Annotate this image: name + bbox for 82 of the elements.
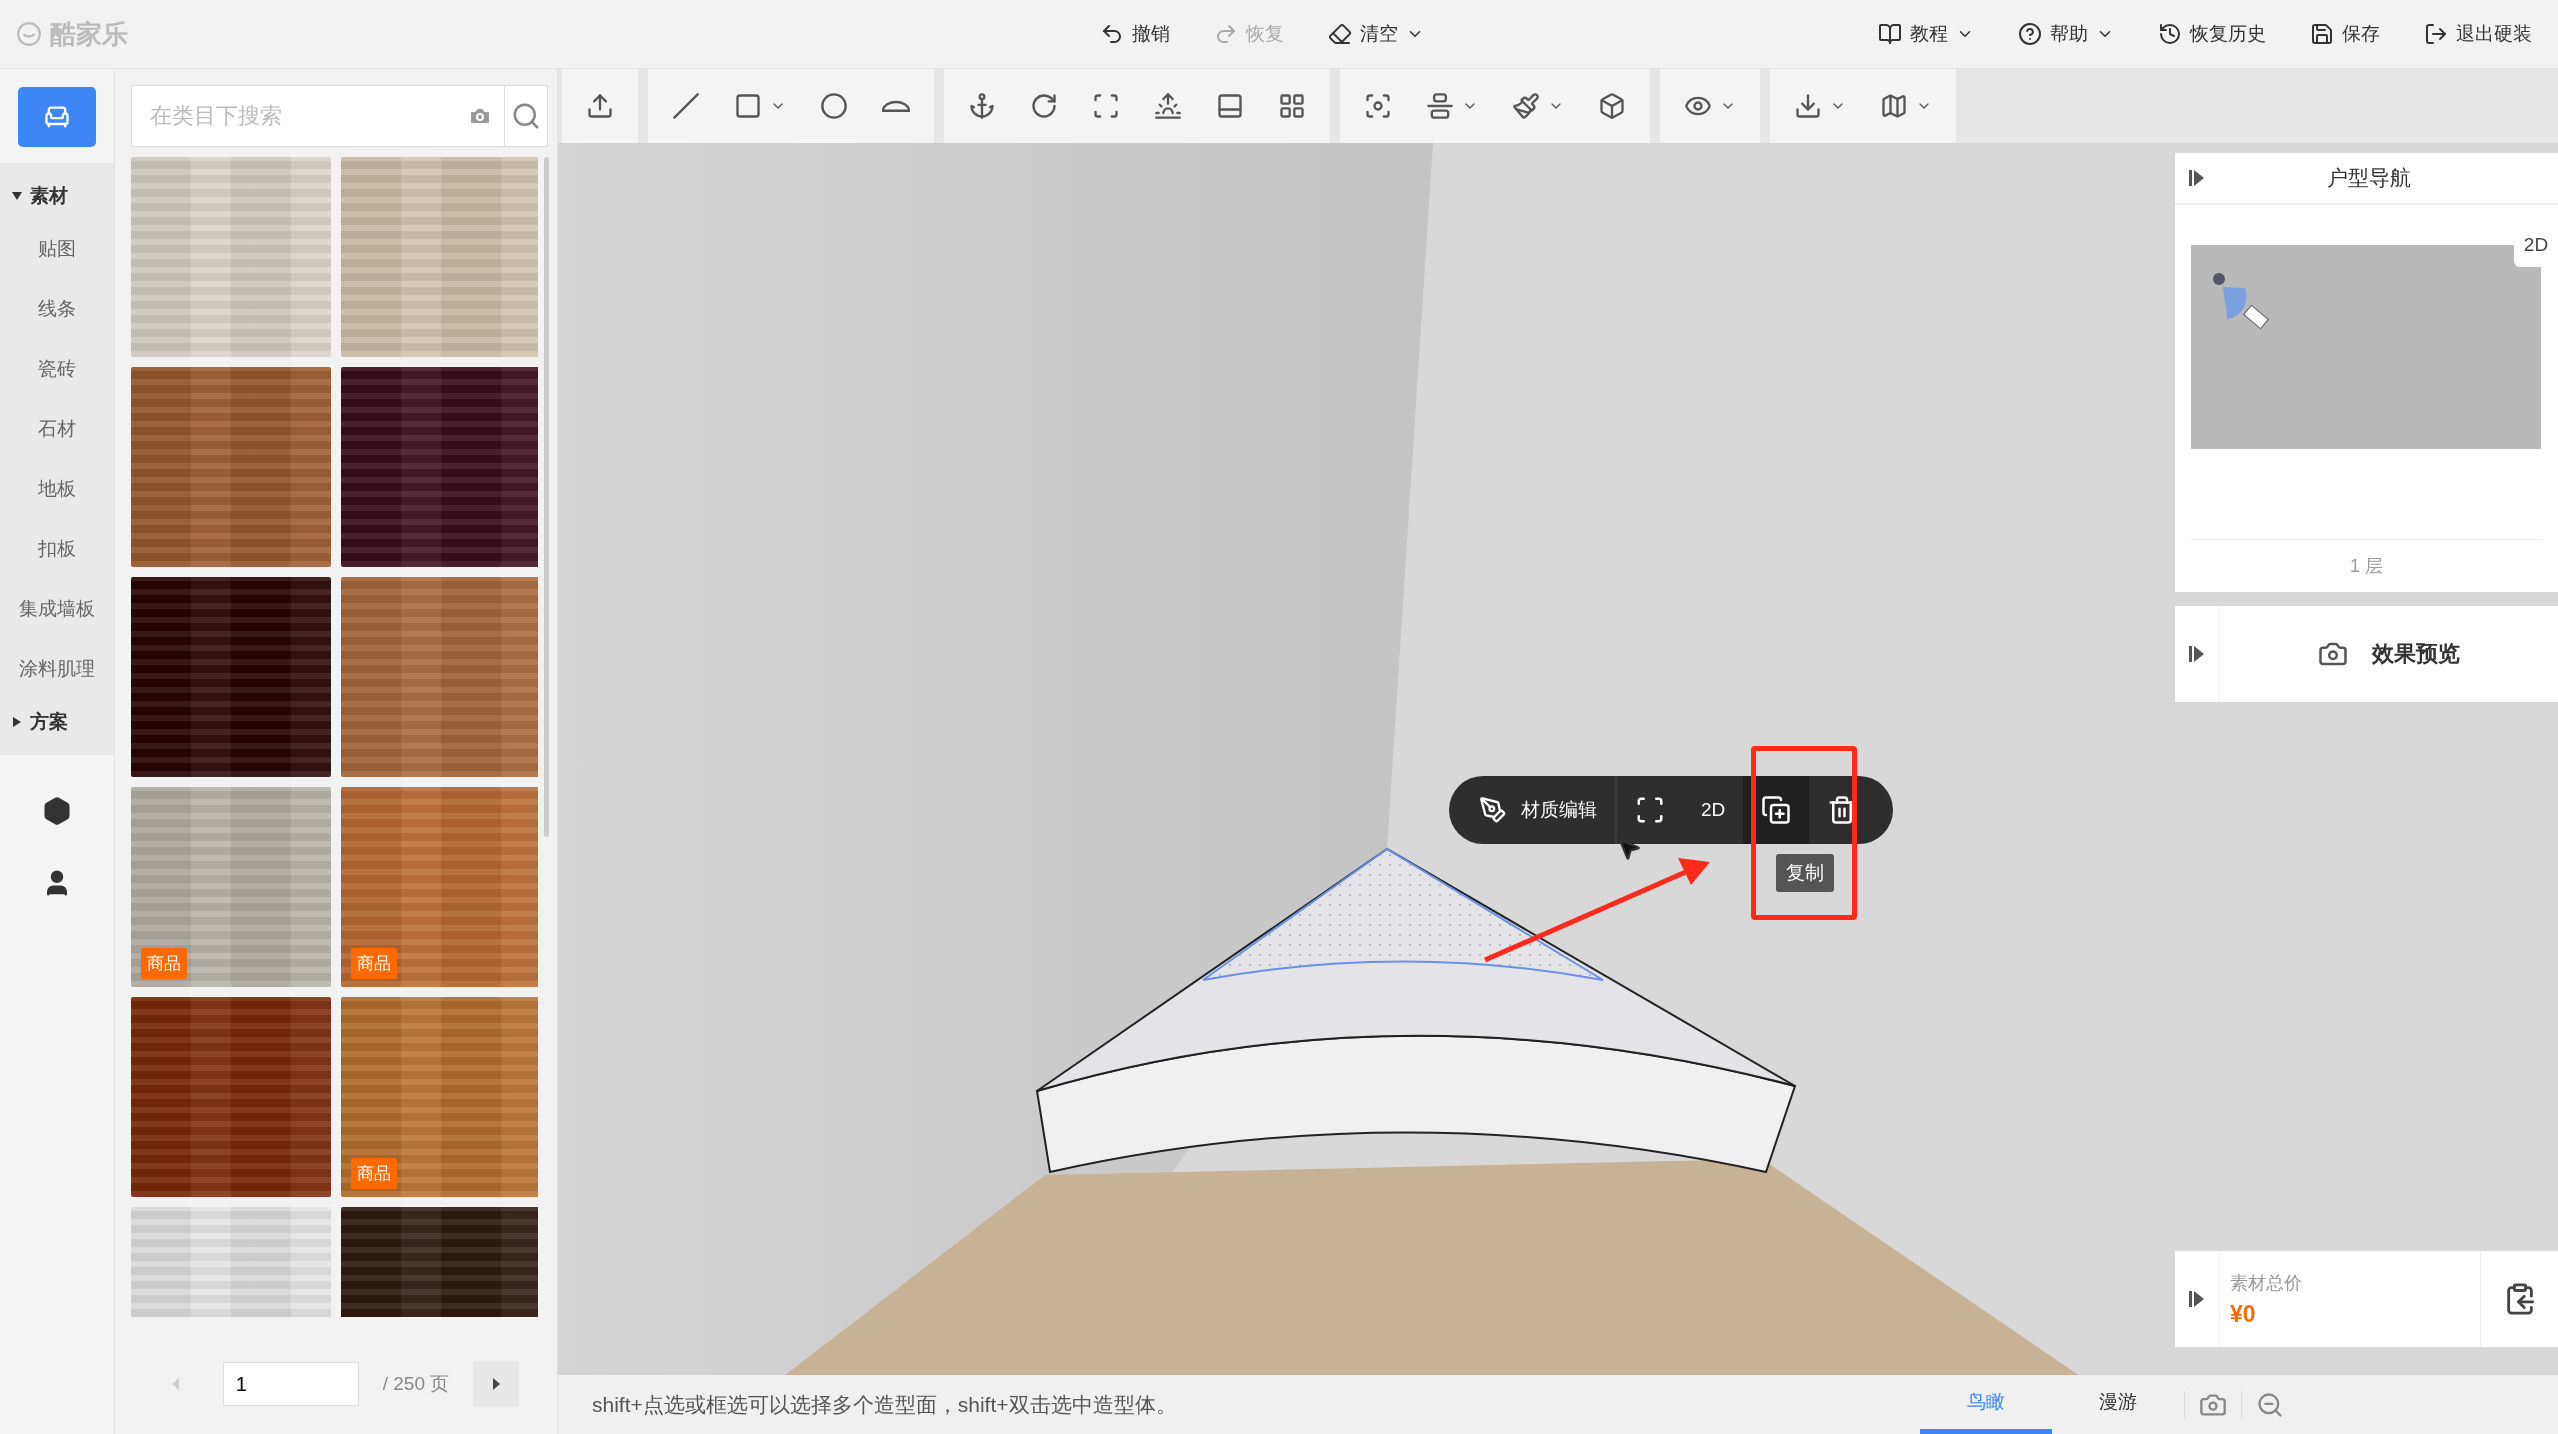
price-value: ¥0 [2230,1300,2257,1328]
copy-button[interactable] [1743,776,1810,844]
material-swatch[interactable] [341,577,539,777]
upload-icon [586,92,614,120]
category-item[interactable]: 瓷砖 [0,339,114,399]
category-item[interactable]: 线条 [0,279,114,339]
collapse-icon[interactable] [2189,1289,2205,1309]
product-badge: 商品 [351,1158,397,1189]
category-header[interactable]: 素材 [0,173,114,219]
tooltip: 复制 [1776,854,1834,892]
search-field[interactable]: 在类目下搜索 [131,85,505,147]
menu-button[interactable]: 退出硬装 [2414,15,2542,53]
category-item[interactable]: 扣板 [0,519,114,579]
line-icon [672,92,700,120]
left-triangle-icon [172,1378,180,1390]
floor-label: 1 层 [2191,539,2542,592]
category-item[interactable]: 涂料肌理 [0,639,114,699]
frame-icon [1092,92,1120,120]
menu-button[interactable]: 帮助 [2008,15,2124,53]
rotate-icon [1030,92,1058,120]
rectangle-icon [734,92,762,120]
brush-icon [1512,92,1540,120]
material-swatch[interactable] [131,577,331,777]
exit-icon [2424,22,2448,46]
history-icon [2158,22,2182,46]
search-button[interactable] [505,85,548,147]
book-icon [1878,22,1902,46]
page-total: / 250 页 [382,1372,450,1396]
light-icon [1154,92,1182,120]
frame-icon [1635,795,1665,825]
menu-button[interactable]: 保存 [2300,15,2390,53]
panel-icon [1216,92,1244,120]
material-swatch[interactable] [131,157,331,357]
map-icon [1880,92,1908,120]
zoom-out-icon[interactable] [2256,1390,2284,1419]
category-item[interactable]: 贴图 [0,219,114,279]
menu-button[interactable]: 教程 [1868,15,1984,53]
toolbar-button[interactable]: 清空 [1318,15,1434,53]
category-item[interactable]: 石材 [0,399,114,459]
undo-icon [1100,22,1124,46]
help-icon [2018,22,2042,46]
product-badge: 商品 [141,948,187,979]
menu-button[interactable]: 恢复历史 [2148,15,2276,53]
eraser-icon [1328,22,1352,46]
material-swatch[interactable] [131,997,331,1197]
align-icon [1426,92,1454,120]
page-input[interactable]: 1 [222,1362,359,1406]
pen-icon [1479,796,1507,824]
cube-icon [1598,92,1626,120]
view-2d-button[interactable]: 2D [1683,776,1744,844]
price-label: 素材总价 [2230,1271,2303,1295]
redo-icon [1214,22,1238,46]
material-swatch[interactable] [131,367,331,567]
grid-icon [1278,92,1306,120]
copy-icon [1761,795,1792,825]
focus-icon [1364,92,1392,120]
material-edit-button[interactable]: 材质编辑 [1461,776,1615,844]
material-swatch[interactable] [341,367,539,567]
collapse-icon[interactable] [2189,168,2205,188]
anchor-icon [968,92,996,120]
scrollbar[interactable] [544,157,549,837]
search-icon [511,101,541,131]
right-triangle-icon [492,1378,500,1390]
material-library-button[interactable] [18,87,96,147]
product-badge: 商品 [351,948,397,979]
save-icon [2310,22,2334,46]
caret-icon [12,191,22,201]
arch-icon [882,100,910,112]
view-tab[interactable]: 漫游 [2052,1375,2184,1434]
category-item[interactable]: 地板 [0,459,114,519]
status-hint: shift+点选或框选可以选择多个造型面，shift+双击选中造型体。 [591,1391,1178,1418]
category-header[interactable]: 方案 [0,699,114,745]
hexagon-icon[interactable] [42,796,72,826]
collapse-icon[interactable] [2189,644,2205,664]
material-swatch[interactable] [341,157,539,357]
caret-icon [12,717,22,727]
panel-title: 户型导航 [2325,165,2412,191]
logo-icon [16,21,42,47]
circle-icon [820,92,848,120]
toolbar-button[interactable]: 撤销 [1090,15,1180,53]
category-item[interactable]: 集成墙板 [0,579,114,639]
download-icon [1794,92,1822,120]
